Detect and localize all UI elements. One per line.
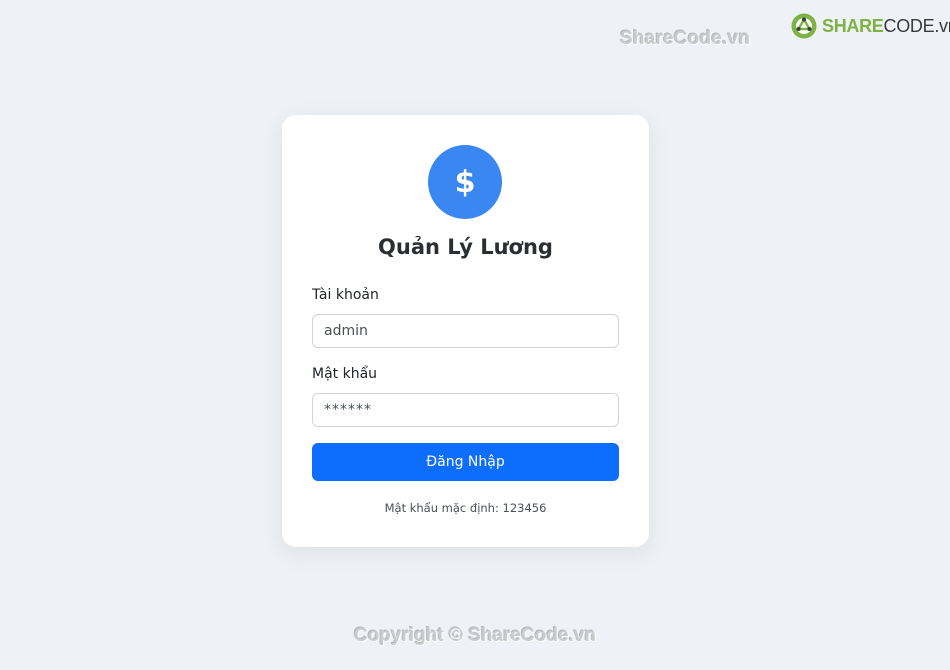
- login-card: $ Quản Lý Lương Tài khoản Mật khẩu Đăng …: [282, 115, 649, 547]
- password-label: Mật khẩu: [312, 366, 378, 382]
- logo-text: SHARECODE.vn: [822, 16, 950, 37]
- logo-text-share: SHARE: [822, 15, 884, 36]
- login-page: ShareCode.vn SHARECODE.vn $ Quản Lý Lươn…: [0, 0, 950, 670]
- dollar-icon: $: [428, 145, 502, 219]
- logo-text-code: CODE.vn: [883, 15, 950, 36]
- username-input[interactable]: [312, 314, 619, 348]
- login-button[interactable]: Đăng Nhập: [312, 443, 619, 481]
- page-title: Quản Lý Lương: [378, 235, 553, 259]
- sharecode-logo-icon: [791, 13, 817, 39]
- username-label: Tài khoản: [312, 287, 379, 303]
- password-input[interactable]: [312, 393, 619, 427]
- sharecode-logo: SHARECODE.vn: [790, 10, 950, 42]
- watermark-top: ShareCode.vn: [620, 28, 751, 49]
- watermark-copyright: Copyright © ShareCode.vn: [353, 625, 597, 646]
- default-password-hint: Mật khẩu mặc định: 123456: [384, 501, 547, 515]
